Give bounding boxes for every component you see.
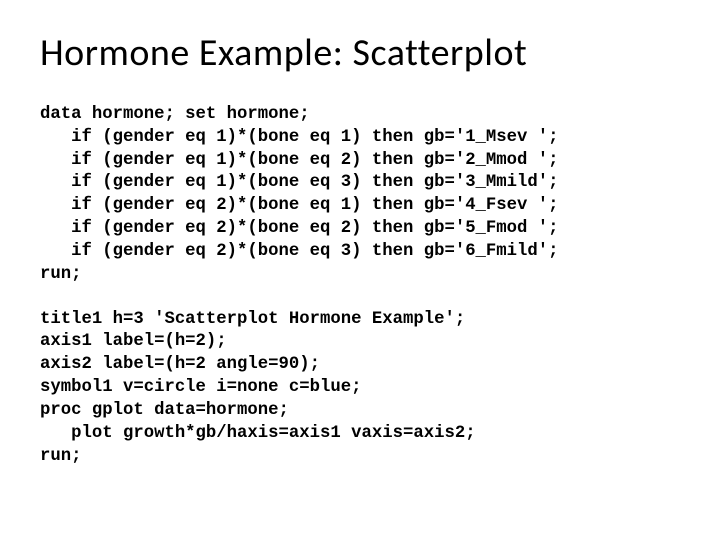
code-block-gplot: title1 h=3 'Scatterplot Hormone Example'… [40, 309, 680, 469]
code-block-data-step: data hormone; set hormone; if (gender eq… [40, 104, 680, 287]
slide-title: Hormone Example: Scatterplot [40, 30, 680, 76]
